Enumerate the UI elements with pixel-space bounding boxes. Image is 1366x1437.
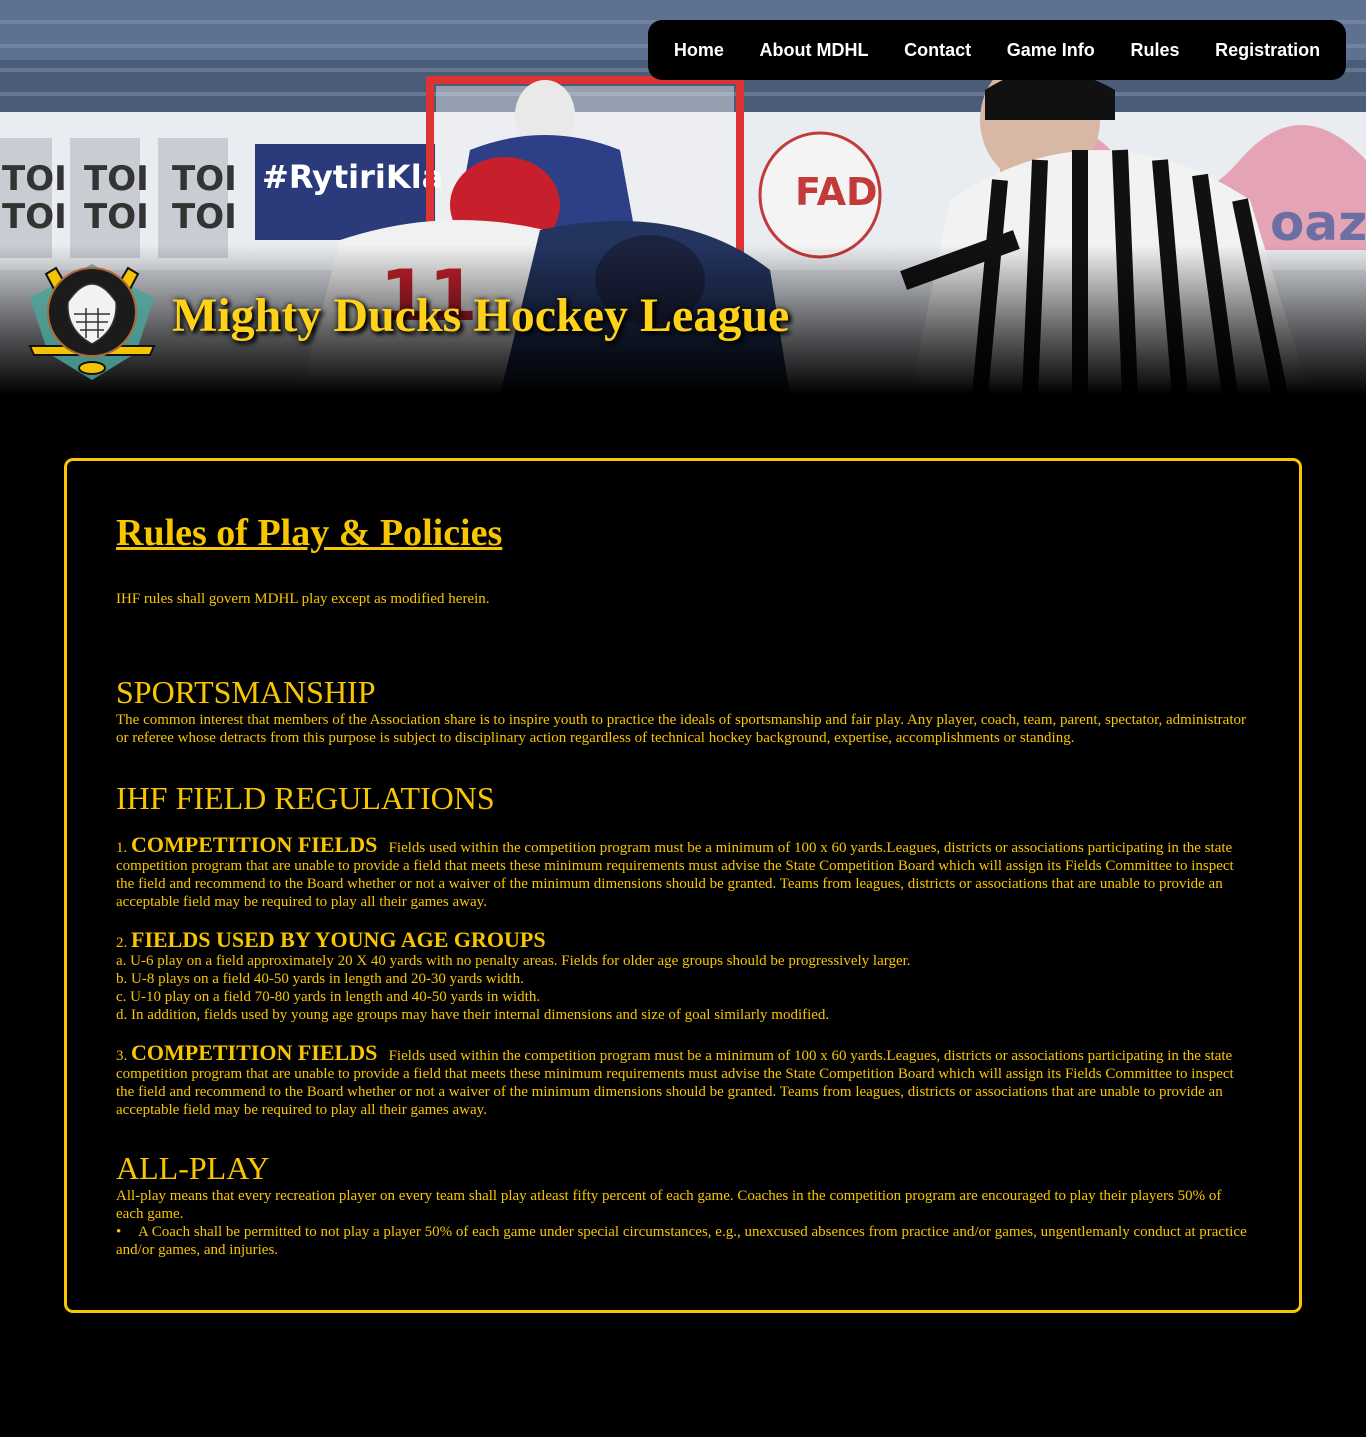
regulation-item-3: 3. COMPETITION FIELDS Fields used within… bbox=[116, 1042, 1250, 1119]
bullet-text: A Coach shall be permitted to not play a… bbox=[116, 1224, 1247, 1258]
sportsmanship-section: SPORTSMANSHIP The common interest that m… bbox=[116, 673, 1250, 747]
page-title: Rules of Play & Policies bbox=[116, 512, 503, 554]
all-play-heading: ALL-PLAY bbox=[116, 1150, 270, 1186]
item-title: COMPETITION FIELDS bbox=[131, 1040, 378, 1065]
nav-contact[interactable]: Contact bbox=[900, 34, 975, 67]
list-item: c. U-10 play on a field 70-80 yards in l… bbox=[116, 989, 541, 1005]
all-play-bullet-item: • A Coach shall be permitted to not play … bbox=[116, 1223, 1250, 1259]
sportsmanship-heading: SPORTSMANSHIP bbox=[116, 674, 376, 710]
regulation-item-1: 1. COMPETITION FIELDS Fields used within… bbox=[116, 834, 1250, 911]
field-regulations-section: IHF FIELD REGULATIONS 1. COMPETITION FIE… bbox=[116, 779, 1250, 1119]
nav-registration[interactable]: Registration bbox=[1211, 34, 1324, 67]
site-title: Mighty Ducks Hockey League bbox=[172, 289, 790, 342]
bullet-icon: • bbox=[116, 1224, 122, 1240]
list-item: b. U-8 plays on a field 40-50 yards in l… bbox=[116, 971, 524, 987]
list-item: a. U-6 play on a field approximately 20 … bbox=[116, 953, 911, 969]
intro-text: IHF rules shall govern MDHL play except … bbox=[116, 591, 490, 607]
nav-home[interactable]: Home bbox=[670, 34, 728, 67]
item-number: 2. bbox=[116, 935, 128, 951]
nav-game-info[interactable]: Game Info bbox=[1003, 34, 1099, 67]
all-play-text: All-play means that every recreation pla… bbox=[116, 1188, 1222, 1222]
item-number: 3. bbox=[116, 1048, 128, 1064]
item-title: COMPETITION FIELDS bbox=[131, 832, 378, 857]
nav-rules[interactable]: Rules bbox=[1126, 34, 1183, 67]
main-nav: Home About MDHL Contact Game Info Rules … bbox=[648, 20, 1346, 80]
regulation-item-2: 2. FIELDS USED BY YOUNG AGE GROUPS a. U-… bbox=[116, 929, 1250, 1024]
all-play-section: ALL-PLAY All-play means that every recre… bbox=[116, 1149, 1250, 1259]
item-number: 1. bbox=[116, 840, 128, 856]
list-item: d. In addition, fields used by young age… bbox=[116, 1007, 830, 1023]
item-heading-line: 2. FIELDS USED BY YOUNG AGE GROUPS bbox=[116, 929, 1250, 952]
nav-about-mdhl[interactable]: About MDHL bbox=[756, 34, 873, 67]
league-logo[interactable] bbox=[26, 258, 158, 388]
sportsmanship-text: The common interest that members of the … bbox=[116, 712, 1247, 746]
rules-content-box: Rules of Play & Policies IHF rules shall… bbox=[64, 458, 1302, 1313]
field-regulations-heading: IHF FIELD REGULATIONS bbox=[116, 780, 495, 816]
item-title: FIELDS USED BY YOUNG AGE GROUPS bbox=[131, 927, 546, 952]
